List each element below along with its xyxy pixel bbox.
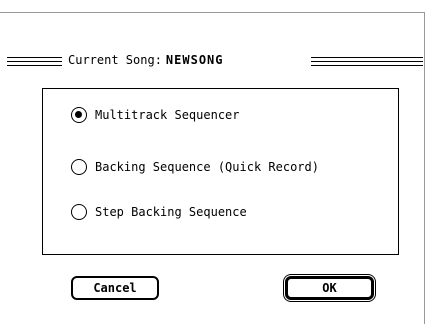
radio-unselected-icon[interactable]	[71, 204, 87, 220]
radio-unselected-icon[interactable]	[71, 159, 87, 175]
option-multitrack-sequencer[interactable]: Multitrack Sequencer	[71, 107, 240, 123]
dialog-title: Current Song: NEWSONG	[68, 52, 224, 68]
radio-selected-icon[interactable]	[71, 107, 87, 123]
option-label: Backing Sequence (Quick Record)	[95, 160, 319, 174]
song-name: NEWSONG	[165, 53, 224, 67]
title-decoration-left	[7, 57, 62, 66]
option-label: Multitrack Sequencer	[95, 108, 240, 122]
option-step-backing-sequence[interactable]: Step Backing Sequence	[71, 204, 247, 220]
title-prefix: Current Song:	[68, 53, 162, 67]
mode-options-group: Multitrack Sequencer Backing Sequence (Q…	[42, 88, 399, 255]
cancel-button[interactable]: Cancel	[71, 276, 159, 300]
ok-button[interactable]: OK	[285, 276, 374, 300]
option-backing-sequence[interactable]: Backing Sequence (Quick Record)	[71, 159, 319, 175]
option-label: Step Backing Sequence	[95, 205, 247, 219]
title-decoration-right	[311, 57, 423, 66]
